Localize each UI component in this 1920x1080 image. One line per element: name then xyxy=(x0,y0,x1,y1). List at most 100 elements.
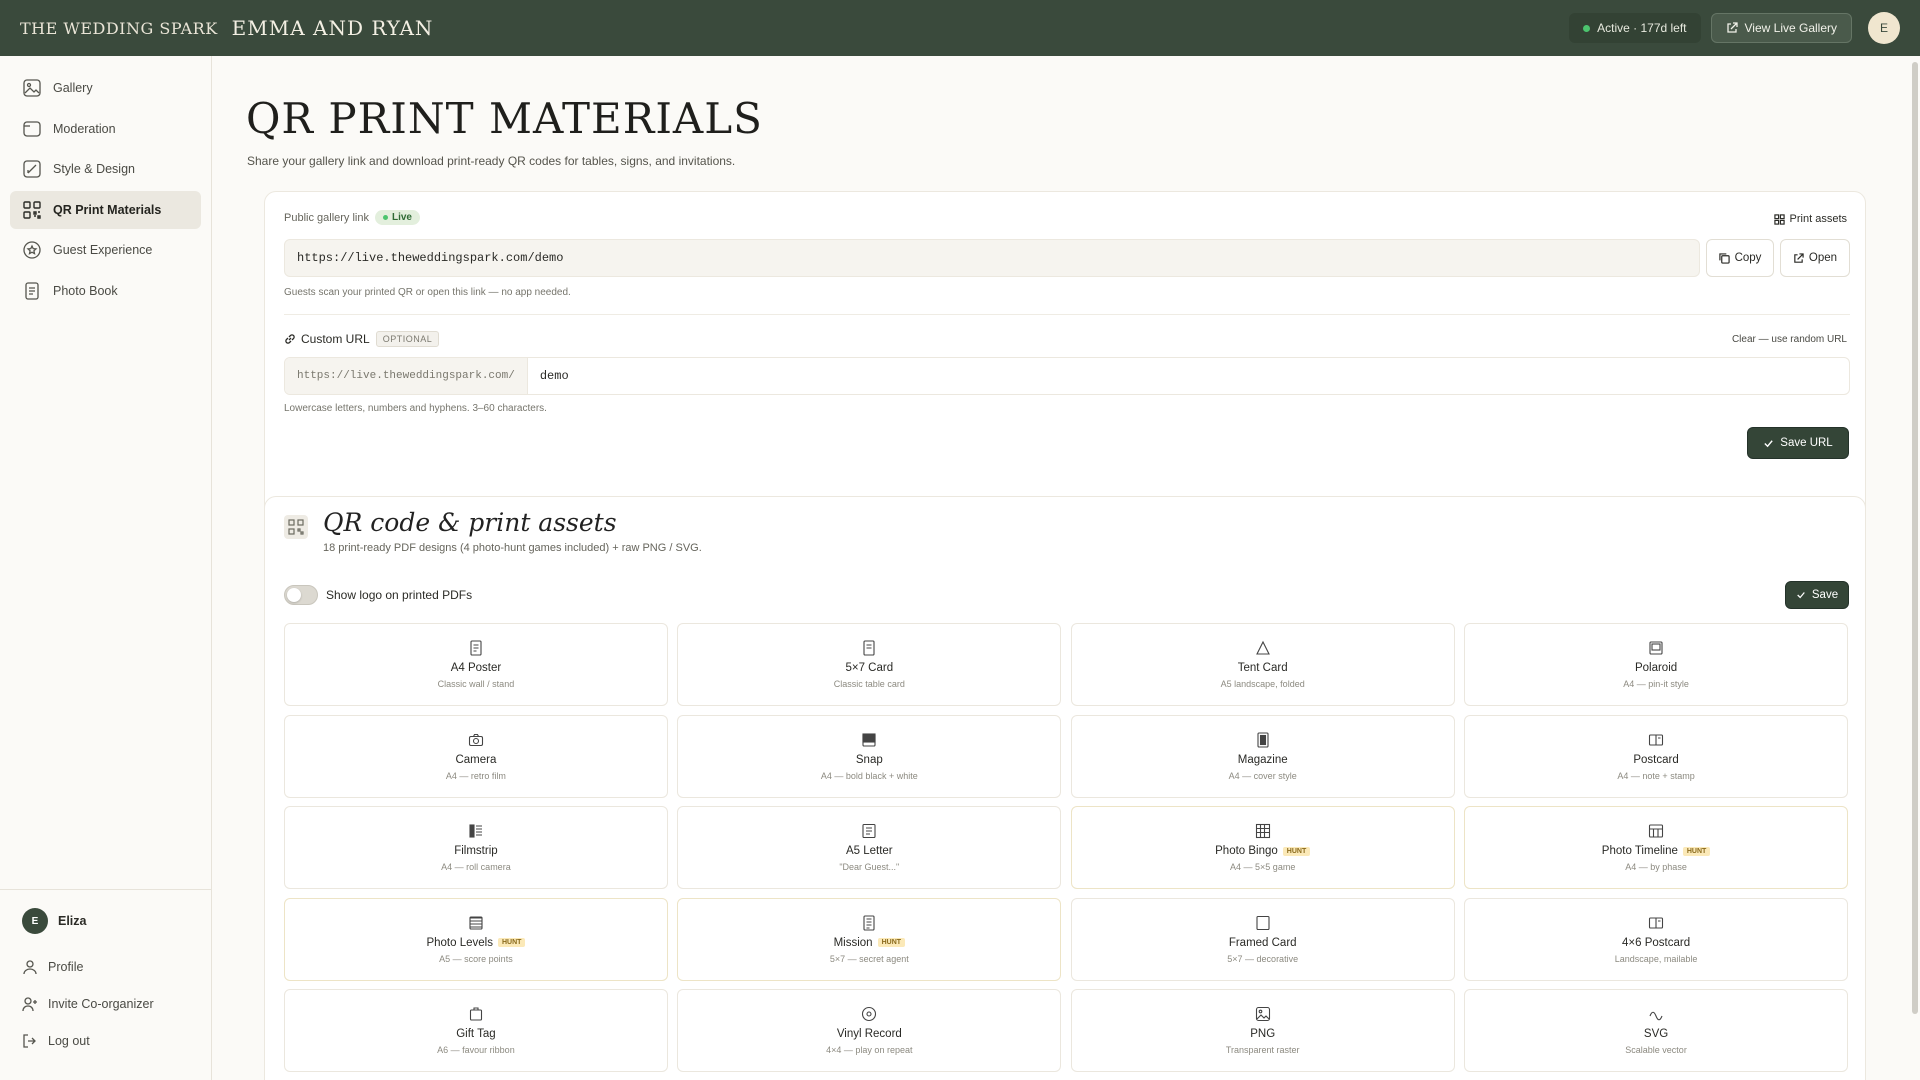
top-bar: THE WEDDING SPARK EMMA AND RYAN Active ·… xyxy=(0,0,1920,56)
tile-name: Camera xyxy=(455,753,497,766)
tile-subtitle: A6 — favour ribbon xyxy=(437,1045,515,1055)
link-hint: Guests scan your printed QR or open this… xyxy=(284,287,571,298)
page-title: QR PRINT MATERIALS xyxy=(246,94,763,143)
avatar[interactable]: E xyxy=(1868,12,1900,44)
tile-name-row: 5×7 Card xyxy=(845,662,893,674)
link-icon xyxy=(285,334,295,344)
sidebar-item-gallery[interactable]: Gallery xyxy=(10,69,201,107)
asset-tile[interactable]: PNG Transparent raster xyxy=(1070,989,1455,1072)
user-row[interactable]: E Eliza xyxy=(22,908,190,934)
tile-name-row: Tent Card xyxy=(1238,662,1288,674)
postcard-icon xyxy=(1649,916,1664,929)
magazine-icon xyxy=(1257,731,1269,748)
asset-tile[interactable]: Gift Tag A6 — favour ribbon xyxy=(284,989,668,1072)
asset-tile[interactable]: SVG Scalable vector xyxy=(1464,989,1848,1072)
sidebar-item-label: QR Print Materials xyxy=(53,202,162,217)
tile-subtitle: 5×7 — secret agent xyxy=(829,953,909,964)
tile-name: SVG xyxy=(1643,1028,1669,1040)
profile-link[interactable]: Profile xyxy=(22,948,190,985)
asset-tile[interactable]: Vinyl Record 4×4 — play on repeat xyxy=(677,989,1062,1072)
logout-label: Log out xyxy=(48,1033,90,1048)
triangle-icon xyxy=(1255,640,1270,655)
brand-logo[interactable]: THE WEDDING SPARK xyxy=(20,19,218,38)
logout-icon xyxy=(23,1033,36,1048)
tile-name: Photo Bingo xyxy=(1215,845,1278,857)
book-icon xyxy=(25,281,39,300)
asset-tile[interactable]: 5×7 Card Classic table card xyxy=(677,623,1062,706)
view-live-gallery-button[interactable]: View Live Gallery xyxy=(1710,13,1852,43)
check-icon xyxy=(1764,439,1773,447)
asset-tile[interactable]: A4 Poster Classic wall / stand xyxy=(284,623,668,706)
tile-name: 5×7 Card xyxy=(845,662,894,674)
show-logo-toggle[interactable] xyxy=(284,585,318,605)
asset-tile[interactable]: Mission HUNT 5×7 — secret agent xyxy=(677,897,1062,981)
url-prefix: https://live.theweddingspark.com/ xyxy=(285,358,528,394)
tile-name-row: Postcard xyxy=(1633,754,1678,766)
folder-icon xyxy=(23,120,41,137)
qr-icon xyxy=(284,515,308,539)
logout-link[interactable]: Log out xyxy=(22,1022,190,1059)
tile-name-row: Mission HUNT xyxy=(834,937,906,949)
asset-tile[interactable]: A5 Letter "Dear Guest..." xyxy=(677,806,1062,889)
invite-co-organizer-link[interactable]: Invite Co-organizer xyxy=(22,985,190,1022)
status-dot-icon xyxy=(1583,24,1591,32)
sidebar-item-photo-book[interactable]: Photo Book xyxy=(10,272,201,310)
mission-icon xyxy=(863,914,875,931)
tile-subtitle: A5 — score points xyxy=(439,953,513,964)
tile-subtitle: Classic table card xyxy=(833,679,905,689)
asset-tile[interactable]: Snap A4 — bold black + white xyxy=(677,714,1062,798)
tile-name-row: Gift Tag xyxy=(456,1028,495,1040)
sidebar-item-style-design[interactable]: Style & Design xyxy=(10,150,201,188)
print-assets-grid: A4 Poster Classic wall / stand 5×7 Card Cla… xyxy=(284,623,1848,1072)
profile-label: Profile xyxy=(48,959,84,974)
tile-subtitle: A4 — retro film xyxy=(445,770,506,781)
tile-subtitle: A5 landscape, folded xyxy=(1220,679,1305,689)
asset-tile[interactable]: Filmstrip A4 — roll camera xyxy=(284,806,668,889)
save-url-button[interactable]: Save URL xyxy=(1747,427,1849,459)
print-assets-label: Print assets xyxy=(1789,213,1847,225)
custom-url-field: https://live.theweddingspark.com/ demo xyxy=(284,357,1850,395)
clear-url-link[interactable]: Clear — use random URL xyxy=(1732,334,1847,345)
copy-label: Copy xyxy=(1734,252,1762,264)
sidebar-item-guest-experience[interactable]: Guest Experience xyxy=(10,231,201,269)
save-button[interactable]: Save xyxy=(1785,581,1849,609)
tile-name-row: 4×6 Postcard xyxy=(1622,937,1690,949)
url-slug-input[interactable]: demo xyxy=(528,358,1849,394)
page-subtitle: Share your gallery link and download pri… xyxy=(247,154,736,168)
scrollbar[interactable] xyxy=(1912,62,1918,1014)
open-button[interactable]: Open xyxy=(1780,239,1850,277)
user-icon xyxy=(23,959,37,974)
asset-tile[interactable]: Photo Levels HUNT A5 — score points xyxy=(284,897,668,981)
asset-tile[interactable]: Camera A4 — retro film xyxy=(284,714,668,798)
asset-tile[interactable]: 4×6 Postcard Landscape, mailable xyxy=(1464,897,1848,981)
sidebar-item-qr-print-materials[interactable]: QR Print Materials xyxy=(10,190,201,229)
tile-subtitle: A4 — note + stamp xyxy=(1617,770,1695,781)
tile-subtitle: Scalable vector xyxy=(1625,1045,1687,1055)
polaroid-icon xyxy=(1649,641,1663,655)
gallery-url-field[interactable]: https://live.theweddingspark.com/demo xyxy=(284,239,1700,277)
star-icon xyxy=(23,241,41,259)
print-assets-link[interactable]: Print assets xyxy=(1773,213,1847,225)
asset-tile[interactable]: Photo Bingo HUNT A4 — 5×5 game xyxy=(1070,806,1455,889)
sidebar-item-label: Style & Design xyxy=(53,162,135,176)
hunt-badge: HUNT xyxy=(877,938,906,947)
asset-tile[interactable]: Postcard A4 — note + stamp xyxy=(1464,714,1848,798)
tile-subtitle: A4 — roll camera xyxy=(441,862,511,872)
asset-tile[interactable]: Photo Timeline HUNT A4 — by phase xyxy=(1464,806,1848,889)
copy-button[interactable]: Copy xyxy=(1706,239,1774,277)
user-name: Eliza xyxy=(58,914,87,928)
couple-name: EMMA AND RYAN xyxy=(231,16,434,40)
sidebar-item-label: Gallery xyxy=(53,81,93,95)
asset-tile[interactable]: Framed Card 5×7 — decorative xyxy=(1070,897,1455,981)
tile-name: Tent Card xyxy=(1237,662,1288,674)
asset-tile[interactable]: Polaroid A4 — pin-it style xyxy=(1464,623,1848,706)
image-icon xyxy=(23,79,41,97)
asset-tile[interactable]: Tent Card A5 landscape, folded xyxy=(1070,623,1455,706)
tile-subtitle: A4 — by phase xyxy=(1625,862,1687,872)
status-text: Active · 177d left xyxy=(1597,21,1687,35)
slug-hint: Lowercase letters, numbers and hyphens. … xyxy=(284,403,547,414)
svg-icon xyxy=(1649,1011,1663,1021)
sidebar-item-moderation[interactable]: Moderation xyxy=(10,110,201,148)
live-dot-icon xyxy=(382,215,388,220)
asset-tile[interactable]: Magazine A4 — cover style xyxy=(1070,714,1455,798)
